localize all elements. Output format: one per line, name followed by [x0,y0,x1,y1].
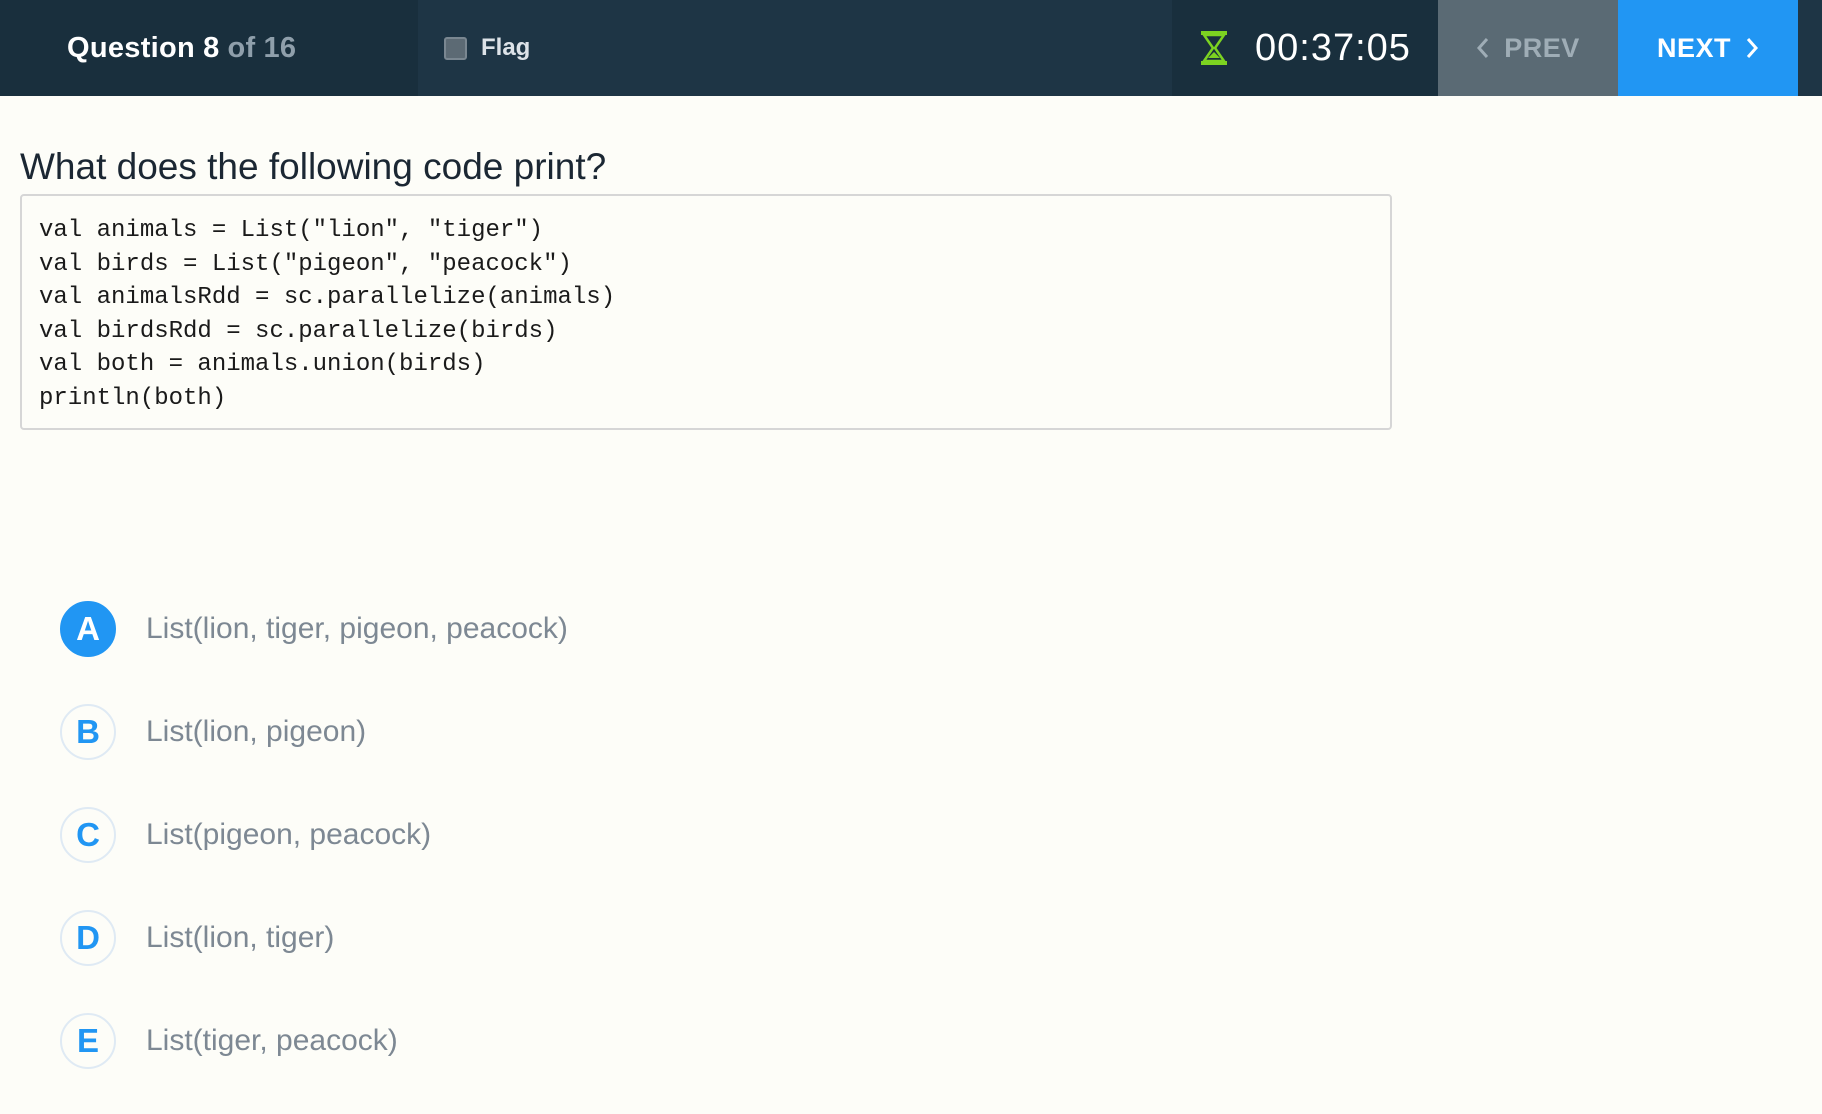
question-total: 16 [263,31,297,64]
flag-label: Flag [481,34,531,61]
option-text-b[interactable]: List(lion, pigeon) [146,715,366,749]
option-text-a[interactable]: List(lion, tiger, pigeon, peacock) [146,612,568,646]
question-number: 8 [203,31,220,64]
next-label: NEXT [1656,32,1731,63]
option-d[interactable]: D List(lion, tiger) [60,908,568,968]
answer-options: A List(lion, tiger, pigeon, peacock) B L… [60,599,568,1114]
option-e[interactable]: E List(tiger, peacock) [60,1011,568,1071]
code-line: val birdsRdd = sc.parallelize(birds) [39,317,558,345]
question-counter: Question 8 of 16 [0,0,418,96]
prev-label: PREV [1504,32,1580,63]
chevron-left-icon [1477,38,1489,58]
top-bar: Question 8 of 16 Flag 00:37:05 PREV NEXT [0,0,1822,96]
option-c[interactable]: C List(pigeon, peacock) [60,805,568,865]
option-badge-b[interactable]: B [60,704,116,760]
question-word: Question [67,31,196,64]
option-badge-e[interactable]: E [60,1013,116,1069]
flag-toggle[interactable]: Flag [444,0,530,96]
option-text-e[interactable]: List(tiger, peacock) [146,1024,398,1058]
code-line: val birds = List("pigeon", "peacock") [39,250,572,278]
timer-text: 00:37:05 [1255,26,1411,69]
chevron-right-icon [1746,38,1759,58]
code-block: val animals = List("lion", "tiger") val … [20,194,1392,430]
option-a[interactable]: A List(lion, tiger, pigeon, peacock) [60,599,568,659]
code-line: val both = animals.union(birds) [39,351,486,379]
code-line: val animals = List("lion", "tiger") [39,217,544,244]
hourglass-icon [1201,31,1227,65]
code-line: val animalsRdd = sc.parallelize(animals) [39,284,616,312]
option-text-c[interactable]: List(pigeon, peacock) [146,818,431,852]
question-of: of [227,31,256,64]
option-badge-d[interactable]: D [60,910,116,966]
question-title: What does the following code print? [20,146,607,187]
option-text-d[interactable]: List(lion, tiger) [146,921,334,955]
prev-button[interactable]: PREV [1438,0,1618,96]
next-button[interactable]: NEXT [1618,0,1798,96]
option-b[interactable]: B List(lion, pigeon) [60,702,568,762]
code-line: println(both) [39,384,227,412]
flag-checkbox[interactable] [444,36,467,60]
timer: 00:37:05 [1172,0,1438,96]
option-badge-c[interactable]: C [60,807,116,863]
option-badge-a[interactable]: A [60,601,116,657]
